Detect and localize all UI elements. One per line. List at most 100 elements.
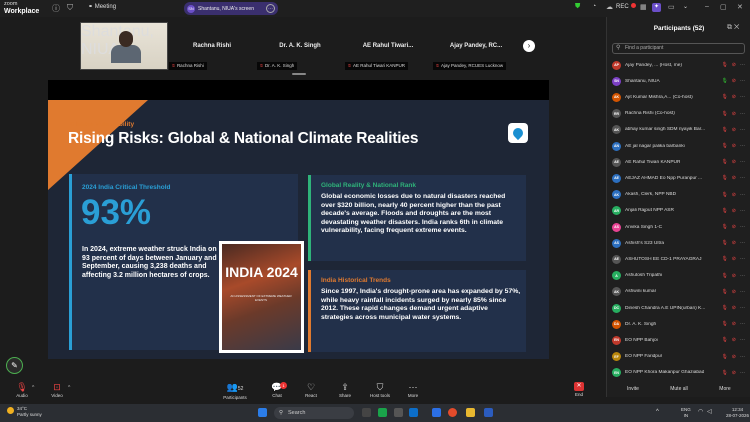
participant-name: Ajay Pandey, ... (Host, me) xyxy=(625,62,682,68)
more-options-icon[interactable]: ⋯ xyxy=(740,62,745,68)
more-options-icon[interactable]: ⋯ xyxy=(740,94,745,100)
audio-chevron-icon[interactable]: ^ xyxy=(32,385,34,391)
ai-companion-icon[interactable]: ✦ xyxy=(652,3,661,12)
cloud-icon[interactable]: ☁ xyxy=(606,3,613,11)
participant-row[interactable]: AK Ajit Kumar Mishra,A... (Co-host) 🎙 ⊘ ⋯ xyxy=(610,91,748,103)
more-options-icon[interactable]: ⋯ xyxy=(740,256,745,262)
more-options-icon[interactable]: ⋯ xyxy=(740,337,745,343)
zoom-workplace-logo: zoom Workplace xyxy=(4,1,39,15)
screen-share-indicator[interactable]: SN Shantanu, NIUA's screen ⋯ xyxy=(184,2,278,15)
participant-row[interactable]: A Ashutosh Tripathi 🎙 ⊘ ⋯ xyxy=(610,270,748,282)
participant-row[interactable]: AN AE jal nagar palika barbanki 🎙 ⊘ ⋯ xyxy=(610,140,748,152)
participant-row[interactable]: AK Ashwini kumar 🎙 ⊘ ⋯ xyxy=(610,286,748,298)
more-options-icon[interactable]: ⋯ xyxy=(740,354,745,360)
video-tile[interactable]: AE Rahul Tiwari... ⦸ AE Rahul Tiwari KANP… xyxy=(345,22,431,70)
minimize-icon[interactable]: – xyxy=(705,3,709,10)
video-tile[interactable]: Dr. A. K. Singh ⦸ Dr. A. K. Singh xyxy=(257,22,343,70)
more-options-icon[interactable]: ⋯ xyxy=(740,289,745,295)
tray-chevron-icon[interactable]: ^ xyxy=(656,409,659,415)
taskbar-search-input[interactable]: ⚲ Search xyxy=(274,407,354,419)
apps-icon[interactable]: ▦ xyxy=(640,3,647,11)
more-options-icon[interactable]: ⋯ xyxy=(740,143,745,149)
participant-row[interactable]: AE AEJAZ AHMAD Eo Npp Puranpur ... 🎙 ⊘ ⋯ xyxy=(610,172,748,184)
participant-search-input[interactable]: ⚲ Find a participant xyxy=(612,43,745,54)
close-icon[interactable]: ✕ xyxy=(737,3,743,11)
language-indicator[interactable]: ENG IN xyxy=(681,407,691,419)
clock[interactable]: 12:34 28-07-2026 xyxy=(726,407,749,419)
participant-row[interactable]: AE ASHUTOSH EE CD-1 PRAYAGRAJ 🎙 ⊘ ⋯ xyxy=(610,253,748,265)
windows-start-icon[interactable] xyxy=(258,408,267,417)
participant-row[interactable]: EN EO NPP Bahjoi 🎙 ⊘ ⋯ xyxy=(610,334,748,346)
participant-row[interactable]: AE AE Rahul Tiwari KANPUR 🎙 ⊘ ⋯ xyxy=(610,156,748,168)
more-options-icon[interactable]: ⋯ xyxy=(740,305,745,311)
more-options-icon[interactable]: ⋯ xyxy=(740,159,745,165)
participant-row[interactable]: SN Shantanu, NIUA 🎙 ⊘ ⋯ xyxy=(610,75,748,87)
video-tile-self[interactable]: Shantanu, NIUA xyxy=(80,22,168,70)
view-icon[interactable]: ▭ xyxy=(668,3,675,11)
task-view-icon[interactable] xyxy=(362,408,371,417)
app-icon[interactable] xyxy=(394,408,403,417)
view-chevron-icon[interactable]: ⌄ xyxy=(683,3,688,10)
participant-row[interactable]: AK abhay kumar singh SDM nyayik Bar... 🎙 ⊘ ⋯ xyxy=(610,124,748,136)
security-shield-icon[interactable]: ⛊ xyxy=(575,3,580,11)
invite-button[interactable]: Invite xyxy=(613,383,653,395)
chrome-icon[interactable] xyxy=(448,408,457,417)
participant-row[interactable]: AS Ashish's S23 Ultra 🎙 ⊘ ⋯ xyxy=(610,237,748,249)
participant-row[interactable]: AS Anvika Singh 1-C 🎙 ⊘ ⋯ xyxy=(610,221,748,233)
more-options-icon[interactable]: ⋯ xyxy=(740,175,745,181)
host-tools-button[interactable]: ⛉ Host tools xyxy=(366,382,394,398)
more-options-icon[interactable]: ⋯ xyxy=(740,370,745,376)
more-options-icon[interactable]: ⋯ xyxy=(740,192,745,198)
wifi-icon[interactable]: ◠ xyxy=(698,408,703,415)
participant-row[interactable]: EN EO NPP Khora Makanpur Ghaziabad 🎙 ⊘ ⋯ xyxy=(610,367,748,379)
more-toolbar-button[interactable]: ⋯ More xyxy=(402,382,424,398)
participant-row[interactable]: DC Dinesh Chandra A.E UPIN(urban) K... 🎙 ⊘ ⋯ xyxy=(610,302,748,314)
word-icon[interactable] xyxy=(484,408,493,417)
video-button[interactable]: ⊡ Video xyxy=(47,382,67,398)
participant-row[interactable]: AP Ajay Pandey, ... (Host, me) 🎙 ⊘ ⋯ xyxy=(610,59,748,71)
more-options-icon[interactable]: ⋯ xyxy=(740,273,745,279)
video-tile[interactable]: Rachna Rishi ⦸ Rachna Rishi xyxy=(169,22,255,70)
more-options-icon[interactable]: ⋯ xyxy=(740,208,745,214)
participant-row[interactable]: EF EO NPP Faridpur 🎙 ⊘ ⋯ xyxy=(610,351,748,363)
participant-row[interactable]: AK Akash, Clerk, NPP NBD 🎙 ⊘ ⋯ xyxy=(610,189,748,201)
share-button[interactable]: ⇪ Share xyxy=(334,382,356,398)
zoom-taskbar-icon[interactable] xyxy=(432,408,441,417)
next-page-chevron-icon[interactable]: › xyxy=(523,40,535,52)
video-tile[interactable]: Ajay Pandey, RC... ⦸ Ajay Pandey, RCUES L… xyxy=(433,22,519,70)
participants-button[interactable]: 👥52 Participants xyxy=(220,382,250,400)
more-options-icon[interactable]: ⋯ xyxy=(266,4,275,13)
more-options-icon[interactable]: ⋯ xyxy=(740,78,745,84)
more-options-icon[interactable]: ⋯ xyxy=(740,224,745,230)
speaker-icon[interactable]: ◁ xyxy=(707,408,712,415)
end-meeting-button[interactable]: ✕ End xyxy=(568,382,590,397)
audio-button[interactable]: 🎙 Audio xyxy=(12,382,32,398)
more-options-icon[interactable]: ⋯ xyxy=(740,111,745,117)
strip-resize-handle[interactable] xyxy=(292,73,306,75)
participant-row[interactable]: AR Anjali Rajput NPP ASR 🎙 ⊘ ⋯ xyxy=(610,205,748,217)
participants-icon: 👥52 xyxy=(226,382,244,392)
shield-icon[interactable]: ⛉ xyxy=(67,3,73,13)
more-options-icon[interactable]: ⋯ xyxy=(740,321,745,327)
panel-close-icon[interactable]: ✕ xyxy=(734,24,739,31)
edge-icon[interactable] xyxy=(409,408,418,417)
more-options-icon[interactable]: ⋯ xyxy=(740,240,745,246)
video-off-icon: ⊘ xyxy=(731,207,736,214)
react-button[interactable]: ♡ React xyxy=(300,382,322,398)
app-icon[interactable] xyxy=(378,408,387,417)
weather-widget[interactable]: 34°C Partly sunny xyxy=(7,406,42,417)
mute-all-button[interactable]: Mute all xyxy=(657,383,701,395)
meeting-menu[interactable]: ⚭ Meeting xyxy=(88,3,116,10)
chat-bubble-icon[interactable]: ◔ xyxy=(592,3,596,10)
more-button[interactable]: More xyxy=(705,383,745,395)
more-options-icon[interactable]: ⋯ xyxy=(740,127,745,133)
participant-row[interactable]: RR Rachna Rishi (Co-host) 🎙 ⊘ ⋯ xyxy=(610,108,748,120)
participant-row[interactable]: DA Dr. A. K. Singh 🎙 ⊘ ⋯ xyxy=(610,318,748,330)
file-explorer-icon[interactable] xyxy=(466,408,475,417)
maximize-icon[interactable]: ▢ xyxy=(720,3,727,11)
annotate-pencil-icon[interactable]: ✎ xyxy=(6,357,23,374)
video-chevron-icon[interactable]: ^ xyxy=(68,385,70,391)
recording-indicator[interactable]: REC xyxy=(616,3,636,10)
info-icon[interactable]: ⓘ xyxy=(52,3,60,14)
panel-popout-icon[interactable]: ⧉ ✕ xyxy=(727,24,739,32)
